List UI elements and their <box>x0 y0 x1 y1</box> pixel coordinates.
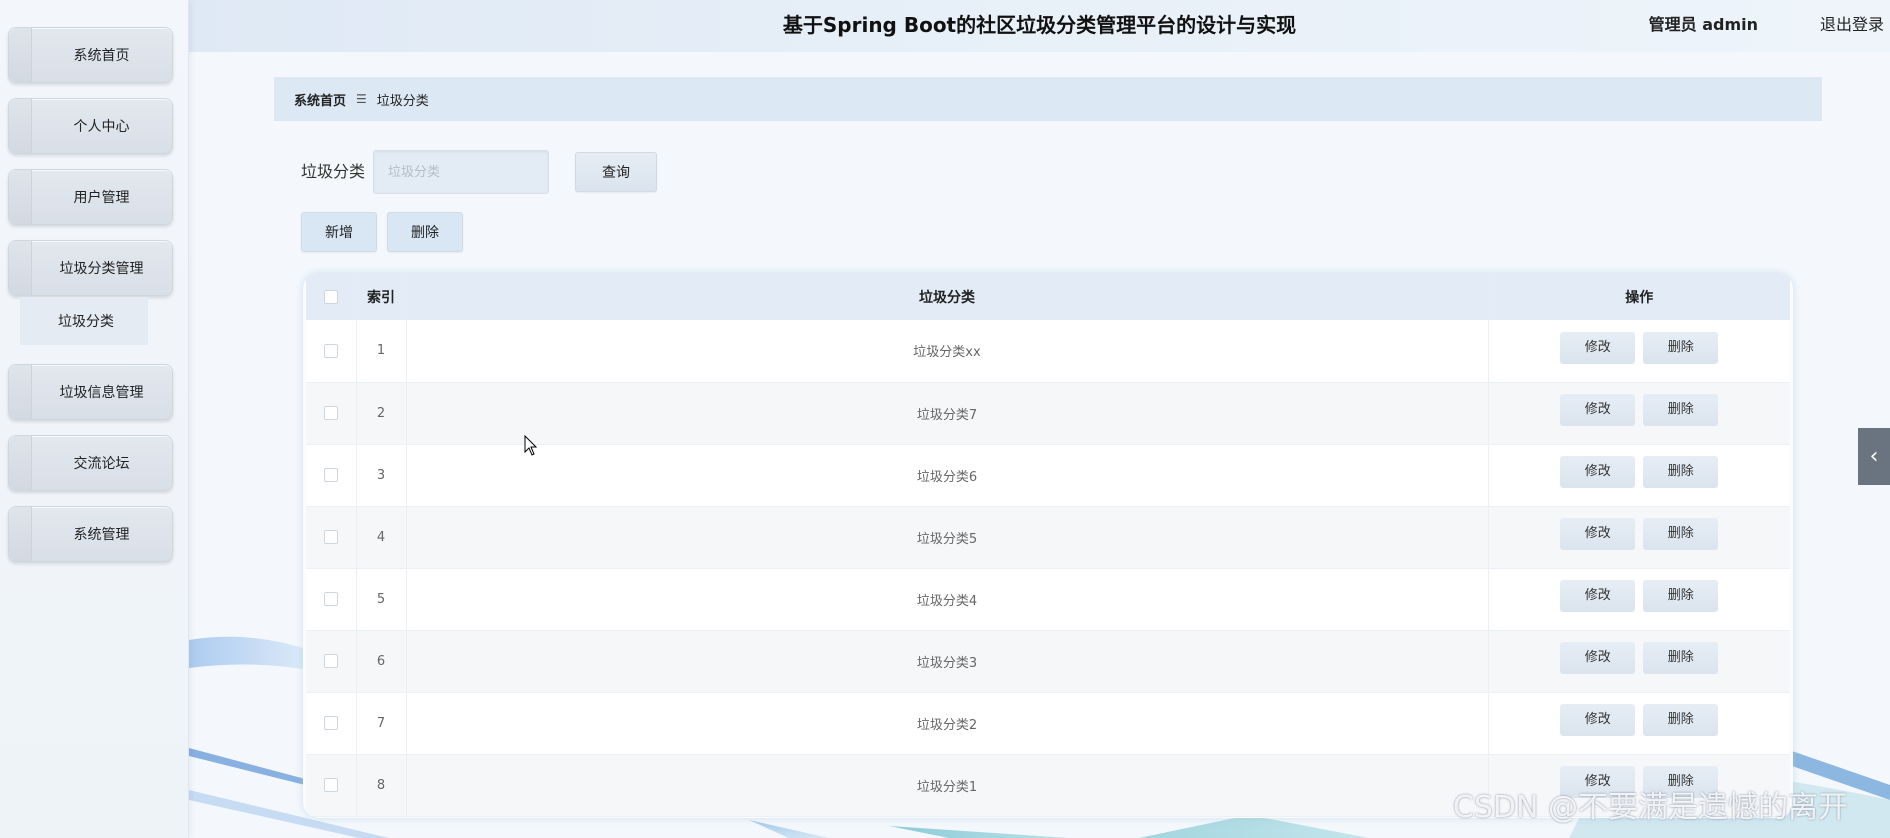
search-label: 垃圾分类 <box>301 162 366 181</box>
edit-button[interactable]: 修改 <box>1560 331 1636 364</box>
sidebar-item-label: 系统首页 <box>73 48 130 64</box>
row-category-name: 垃圾分类3 <box>406 630 1489 693</box>
row-category-name: 垃圾分类6 <box>406 444 1489 507</box>
select-all-cell <box>306 273 357 320</box>
sidebar-item-label: 个人中心 <box>73 119 130 135</box>
table-row: 6 垃圾分类3 修改 删除 <box>306 630 1790 693</box>
chevron-left-icon[interactable]: ‹ <box>1858 428 1890 485</box>
edit-button[interactable]: 修改 <box>1560 704 1636 736</box>
column-header-actions: 操作 <box>1488 273 1790 320</box>
edit-button[interactable]: 修改 <box>1560 394 1636 426</box>
sidebar-item-users[interactable]: 用户管理 <box>8 169 173 225</box>
breadcrumb-separator-icon: ☰ <box>356 92 367 106</box>
edit-button[interactable]: 修改 <box>1560 518 1636 550</box>
page-title: 基于Spring Boot的社区垃圾分类管理平台的设计与实现 <box>782 12 1297 37</box>
sidebar-item-waste-info-management[interactable]: 垃圾信息管理 <box>8 364 173 420</box>
table-row: 7 垃圾分类2 修改 删除 <box>306 692 1790 755</box>
row-checkbox[interactable] <box>323 343 338 358</box>
sidebar-item-label: 垃圾信息管理 <box>59 385 144 401</box>
row-index: 3 <box>356 444 407 507</box>
logout-link[interactable]: 退出登录 <box>1820 0 1884 46</box>
sidebar-item-home[interactable]: 系统首页 <box>8 27 173 83</box>
table-row: 5 垃圾分类4 修改 删除 <box>306 568 1790 631</box>
column-header-category: 垃圾分类 <box>406 273 1489 320</box>
delete-button[interactable]: 删除 <box>1643 580 1719 612</box>
row-index: 6 <box>356 630 407 693</box>
row-index: 2 <box>356 382 407 445</box>
add-button[interactable]: 新增 <box>301 212 377 252</box>
row-actions: 修改 删除 <box>1488 444 1790 507</box>
row-select-cell <box>306 382 357 445</box>
delete-button[interactable]: 删除 <box>1643 394 1719 426</box>
row-category-name: 垃圾分类1 <box>406 754 1489 817</box>
edit-button[interactable]: 修改 <box>1560 642 1636 674</box>
edit-button[interactable]: 修改 <box>1560 580 1636 612</box>
row-checkbox[interactable] <box>323 592 338 606</box>
row-index: 8 <box>356 754 407 817</box>
row-actions: 修改 删除 <box>1488 382 1790 445</box>
batch-delete-button[interactable]: 删除 <box>387 212 463 252</box>
submenu-item-waste-category[interactable]: 垃圾分类 <box>20 297 148 345</box>
row-category-name: 垃圾分类4 <box>406 568 1489 631</box>
query-button[interactable]: 查询 <box>575 152 657 192</box>
column-header-index: 索引 <box>356 273 407 320</box>
row-index: 7 <box>356 692 407 755</box>
sidebar-item-label: 交流论坛 <box>73 456 130 472</box>
row-category-name: 垃圾分类xx <box>406 320 1489 383</box>
row-checkbox[interactable] <box>323 468 338 482</box>
row-select-cell <box>306 692 357 755</box>
table-body: 1 垃圾分类xx 修改 删除 2 垃圾分类7 修改 删除 3 垃圾分类6 修改 删除 4 垃圾分类5 修改删… <box>306 320 1790 817</box>
breadcrumb: 系统首页 ☰ 垃圾分类 <box>274 77 1822 121</box>
row-select-cell <box>306 568 357 631</box>
row-category-name: 垃圾分类2 <box>406 692 1489 755</box>
delete-button[interactable]: 删除 <box>1643 331 1719 364</box>
delete-button[interactable]: 删除 <box>1643 456 1719 488</box>
edit-button[interactable]: 修改 <box>1560 456 1636 488</box>
row-checkbox[interactable] <box>323 654 338 668</box>
table-header-row: 索引 垃圾分类 操作 <box>306 273 1790 320</box>
delete-button[interactable]: 删除 <box>1643 518 1719 550</box>
row-select-cell <box>306 444 357 507</box>
row-category-name: 垃圾分类5 <box>406 506 1489 569</box>
sidebar-item-forum[interactable]: 交流论坛 <box>8 435 173 491</box>
select-all-checkbox[interactable] <box>323 289 338 304</box>
row-checkbox[interactable] <box>323 406 338 420</box>
delete-button[interactable]: 删除 <box>1643 642 1719 674</box>
search-input[interactable] <box>373 150 549 194</box>
watermark: CSDN @不要满是遗憾的离开 <box>1452 790 1848 825</box>
breadcrumb-current: 垃圾分类 <box>376 93 429 109</box>
row-select-cell <box>306 630 357 693</box>
row-index: 1 <box>356 320 407 383</box>
row-actions: 修改 删除 <box>1488 692 1790 755</box>
current-user: 管理员 admin <box>1648 15 1758 34</box>
row-select-cell <box>306 506 357 569</box>
sidebar: 系统首页 个人中心 用户管理 垃圾分类管理 垃圾分类 垃圾信息管理 交流论坛 系… <box>0 0 189 838</box>
row-checkbox[interactable] <box>323 778 338 792</box>
sidebar-item-label: 垃圾分类管理 <box>59 261 144 277</box>
row-index: 5 <box>356 568 407 631</box>
table-row: 1 垃圾分类xx 修改 删除 <box>306 320 1790 383</box>
sidebar-item-waste-category-management[interactable]: 垃圾分类管理 <box>8 240 173 296</box>
row-index: 4 <box>356 506 407 569</box>
table-row: 4 垃圾分类5 修改 删除 <box>306 506 1790 569</box>
row-category-name: 垃圾分类7 <box>406 382 1489 445</box>
mouse-cursor-icon <box>524 435 538 456</box>
row-actions: 修改 删除 <box>1488 630 1790 693</box>
row-checkbox[interactable] <box>323 530 338 544</box>
row-select-cell <box>306 320 357 383</box>
sidebar-item-label: 系统管理 <box>73 527 130 543</box>
top-header: 基于Spring Boot的社区垃圾分类管理平台的设计与实现 管理员 admin… <box>189 0 1890 52</box>
row-select-cell <box>306 754 357 817</box>
breadcrumb-home[interactable]: 系统首页 <box>294 90 346 109</box>
row-checkbox[interactable] <box>323 716 338 730</box>
data-table: 索引 垃圾分类 操作 1 垃圾分类xx 修改 删除 2 垃圾分类7 修改 删除 3 垃圾分类6 修改… <box>303 273 1793 818</box>
row-actions: 修改 删除 <box>1488 506 1790 569</box>
sidebar-item-system[interactable]: 系统管理 <box>8 506 173 562</box>
sidebar-item-profile[interactable]: 个人中心 <box>8 98 173 154</box>
delete-button[interactable]: 删除 <box>1643 704 1719 736</box>
row-actions: 修改 删除 <box>1488 568 1790 631</box>
sidebar-item-label: 用户管理 <box>73 190 130 206</box>
row-actions: 修改 删除 <box>1488 320 1790 383</box>
